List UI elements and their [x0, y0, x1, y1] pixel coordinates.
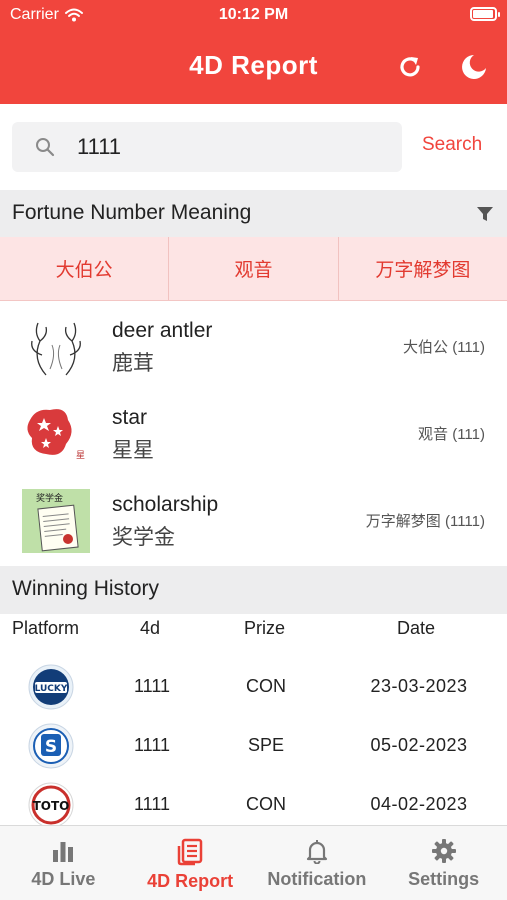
fortune-category: 观音 (111) [418, 426, 485, 443]
app-screen: Carrier 10:12 PM 4D Report 1111 Search F… [0, 0, 507, 900]
tab-label: 4D Live [31, 869, 96, 889]
history-heading: Winning History [12, 577, 160, 600]
row-prize: CON [246, 676, 286, 696]
fortune-chinese: 奖学金 [112, 526, 175, 549]
search-button[interactable]: Search [422, 134, 482, 156]
row-4d: 1111 [134, 735, 171, 755]
fortune-category: 大伯公 (111) [403, 339, 485, 356]
tab-settings[interactable]: Settings [380, 826, 507, 900]
search-value: 1111 [77, 134, 122, 159]
col-platform: Platform [12, 618, 80, 638]
s-logo-text: S [45, 737, 57, 757]
tab-label: 4D Report [147, 871, 234, 891]
fortune-tabs: 大伯公 观音 万字解梦图 [0, 237, 507, 301]
report-icon [177, 838, 203, 866]
bar-chart-icon [53, 842, 74, 862]
tab-guanyin[interactable]: 观音 [169, 237, 339, 300]
svg-text:星: 星 [76, 450, 85, 461]
row-date: 04-02-2023 [370, 794, 468, 814]
fortune-english: star [112, 406, 148, 429]
tab-4d-report[interactable]: 4D Report [127, 826, 254, 900]
refresh-icon [400, 57, 420, 77]
deer-antler-image [22, 315, 90, 379]
svg-text:奖学金: 奖学金 [36, 492, 63, 504]
row-4d: 1111 [134, 794, 171, 814]
filter-icon[interactable] [477, 207, 493, 221]
bottom-tab-bar: 4D Live 4D Report Notification Settings [0, 825, 507, 900]
fortune-chinese: 星星 [112, 439, 154, 462]
row-prize: SPE [247, 735, 285, 755]
toto-logo-text: TOTO [33, 799, 70, 813]
status-bar: Carrier 10:12 PM [0, 0, 507, 30]
fortune-item[interactable]: deer antler 鹿茸 大伯公 (111) [0, 303, 507, 390]
lucky-logo: LUCKY [28, 664, 74, 710]
fortune-heading: Fortune Number Meaning [12, 201, 252, 224]
tab-wanzi-dream[interactable]: 万字解梦图 [339, 237, 507, 300]
tab-dabogong[interactable]: 大伯公 [0, 237, 170, 300]
battery-icon [470, 7, 500, 21]
tab-notification[interactable]: Notification [254, 826, 381, 900]
moon-icon [462, 55, 486, 79]
history-row[interactable]: LUCKY 1111 CON 23-03-2023 [0, 658, 507, 717]
fortune-english: scholarship [112, 493, 219, 516]
search-input[interactable]: 1111 [12, 122, 402, 172]
battery-level [473, 10, 493, 18]
row-date: 23-03-2023 [370, 676, 468, 696]
row-date: 05-02-2023 [370, 735, 468, 755]
history-row[interactable]: S 1111 SPE 05-02-2023 [0, 717, 507, 776]
toto-logo: TOTO [28, 782, 74, 828]
s-logo: S [28, 723, 74, 769]
history-section-header: Winning History [0, 566, 507, 614]
lucky-logo-text: LUCKY [35, 684, 68, 694]
search-bar: 1111 Search [0, 104, 507, 190]
row-4d: 1111 [134, 676, 171, 696]
col-date: Date [397, 618, 436, 638]
app-header: Carrier 10:12 PM 4D Report [0, 0, 507, 104]
refresh-button[interactable] [395, 52, 425, 82]
tab-4d-live[interactable]: 4D Live [0, 826, 127, 900]
star-image: 星 [22, 402, 90, 466]
tab-label: Notification [267, 869, 367, 889]
scholarship-image: 奖学金 [22, 489, 90, 553]
fortune-section-header: Fortune Number Meaning [0, 190, 507, 237]
fortune-item[interactable]: 奖学金 scholarship 奖学金 万字解梦图 (1111) [0, 477, 507, 564]
fortune-category: 万字解梦图 (1111) [365, 513, 485, 530]
gear-icon [431, 839, 456, 863]
row-prize: CON [246, 794, 286, 814]
fortune-english: deer antler [112, 319, 213, 342]
tab-label: Settings [408, 869, 480, 889]
bell-icon [306, 840, 327, 864]
col-4d: 4d [140, 618, 161, 638]
theme-toggle-button[interactable] [459, 52, 489, 82]
search-icon [36, 138, 55, 157]
fortune-item[interactable]: 星 star 星星 观音 (111) [0, 390, 507, 477]
fortune-chinese: 鹿茸 [112, 352, 154, 375]
page-title: 4D Report [189, 50, 318, 80]
status-time: 10:12 PM [218, 6, 289, 23]
col-prize: Prize [244, 618, 286, 638]
